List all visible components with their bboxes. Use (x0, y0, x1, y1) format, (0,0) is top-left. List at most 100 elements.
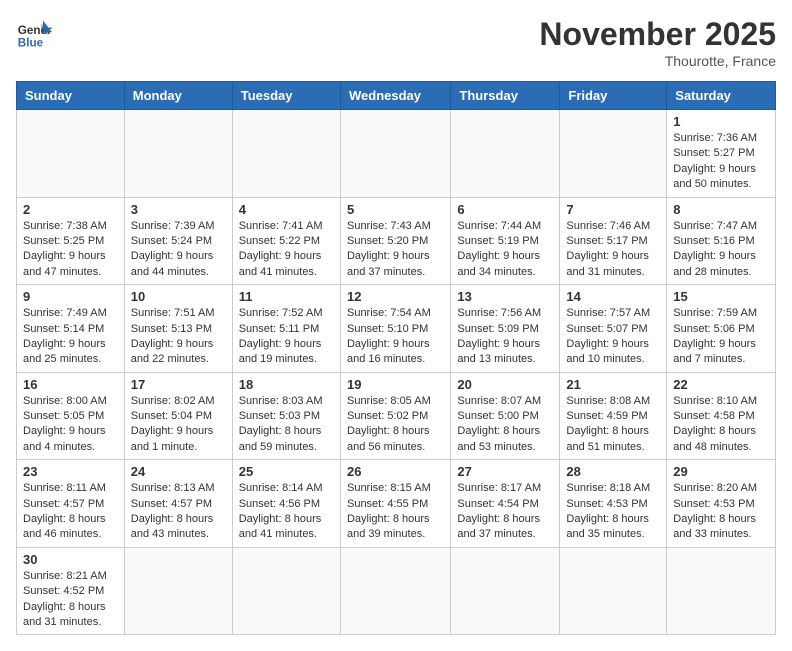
day-number: 12 (347, 289, 444, 304)
day-info: Sunrise: 7:57 AM Sunset: 5:07 PM Dayligh… (566, 306, 660, 368)
day-number: 27 (457, 464, 553, 479)
day-info: Sunrise: 7:44 AM Sunset: 5:19 PM Dayligh… (457, 219, 553, 281)
day-info: Sunrise: 8:14 AM Sunset: 4:56 PM Dayligh… (239, 481, 334, 543)
calendar-cell: 15 Sunrise: 7:59 AM Sunset: 5:06 PM Dayli… (667, 285, 776, 373)
calendar-week-4: 16 Sunrise: 8:00 AM Sunset: 5:05 PM Dayli… (17, 372, 776, 460)
day-info: Sunrise: 7:47 AM Sunset: 5:16 PM Dayligh… (673, 219, 769, 281)
calendar-cell (451, 110, 560, 198)
day-info: Sunrise: 8:05 AM Sunset: 5:02 PM Dayligh… (347, 394, 444, 456)
day-info: Sunrise: 7:49 AM Sunset: 5:14 PM Dayligh… (23, 306, 118, 368)
calendar-cell (560, 110, 667, 198)
day-number: 11 (239, 289, 334, 304)
calendar-cell (232, 547, 340, 635)
month-title: November 2025 (539, 16, 776, 53)
day-info: Sunrise: 8:00 AM Sunset: 5:05 PM Dayligh… (23, 394, 118, 456)
day-info: Sunrise: 8:11 AM Sunset: 4:57 PM Dayligh… (23, 481, 118, 543)
day-number: 7 (566, 202, 660, 217)
calendar-cell (667, 547, 776, 635)
day-info: Sunrise: 7:46 AM Sunset: 5:17 PM Dayligh… (566, 219, 660, 281)
calendar-cell: 4 Sunrise: 7:41 AM Sunset: 5:22 PM Daylig… (232, 197, 340, 285)
day-number: 24 (131, 464, 226, 479)
calendar-cell: 18 Sunrise: 8:03 AM Sunset: 5:03 PM Dayli… (232, 372, 340, 460)
calendar-week-2: 2Sunrise: 7:38 AM Sunset: 5:25 PM Daylig… (17, 197, 776, 285)
weekday-header-row: SundayMondayTuesdayWednesdayThursdayFrid… (17, 82, 776, 110)
calendar-cell: 29Sunrise: 8:20 AM Sunset: 4:53 PM Dayli… (667, 460, 776, 548)
calendar-week-1: 1 Sunrise: 7:36 AM Sunset: 5:27 PM Daylig… (17, 110, 776, 198)
day-info: Sunrise: 7:52 AM Sunset: 5:11 PM Dayligh… (239, 306, 334, 368)
page-header: General Blue November 2025 Thourotte, Fr… (16, 16, 776, 69)
calendar-cell: 12 Sunrise: 7:54 AM Sunset: 5:10 PM Dayli… (340, 285, 450, 373)
calendar-table: SundayMondayTuesdayWednesdayThursdayFrid… (16, 81, 776, 635)
calendar-cell: 11 Sunrise: 7:52 AM Sunset: 5:11 PM Dayli… (232, 285, 340, 373)
calendar-cell: 22 Sunrise: 8:10 AM Sunset: 4:58 PM Dayli… (667, 372, 776, 460)
day-number: 15 (673, 289, 769, 304)
weekday-header-wednesday: Wednesday (340, 82, 450, 110)
day-number: 4 (239, 202, 334, 217)
calendar-cell (340, 110, 450, 198)
calendar-cell: 8 Sunrise: 7:47 AM Sunset: 5:16 PM Daylig… (667, 197, 776, 285)
calendar-cell: 17 Sunrise: 8:02 AM Sunset: 5:04 PM Dayli… (124, 372, 232, 460)
calendar-cell: 7 Sunrise: 7:46 AM Sunset: 5:17 PM Daylig… (560, 197, 667, 285)
calendar-cell: 13Sunrise: 7:56 AM Sunset: 5:09 PM Dayli… (451, 285, 560, 373)
logo: General Blue (16, 16, 52, 52)
day-number: 6 (457, 202, 553, 217)
calendar-cell: 26Sunrise: 8:15 AM Sunset: 4:55 PM Dayli… (340, 460, 450, 548)
day-number: 28 (566, 464, 660, 479)
calendar-cell: 9 Sunrise: 7:49 AM Sunset: 5:14 PM Daylig… (17, 285, 125, 373)
day-number: 1 (673, 114, 769, 129)
weekday-header-sunday: Sunday (17, 82, 125, 110)
calendar-cell: 16 Sunrise: 8:00 AM Sunset: 5:05 PM Dayli… (17, 372, 125, 460)
day-number: 21 (566, 377, 660, 392)
title-area: November 2025 Thourotte, France (539, 16, 776, 69)
day-info: Sunrise: 7:41 AM Sunset: 5:22 PM Dayligh… (239, 219, 334, 281)
calendar-week-5: 23 Sunrise: 8:11 AM Sunset: 4:57 PM Dayli… (17, 460, 776, 548)
day-number: 22 (673, 377, 769, 392)
day-info: Sunrise: 8:08 AM Sunset: 4:59 PM Dayligh… (566, 394, 660, 456)
calendar-week-6: 30Sunrise: 8:21 AM Sunset: 4:52 PM Dayli… (17, 547, 776, 635)
day-info: Sunrise: 7:51 AM Sunset: 5:13 PM Dayligh… (131, 306, 226, 368)
day-number: 30 (23, 552, 118, 567)
day-number: 19 (347, 377, 444, 392)
calendar-cell: 14 Sunrise: 7:57 AM Sunset: 5:07 PM Dayli… (560, 285, 667, 373)
calendar-cell: 30Sunrise: 8:21 AM Sunset: 4:52 PM Dayli… (17, 547, 125, 635)
day-number: 14 (566, 289, 660, 304)
day-info: Sunrise: 8:10 AM Sunset: 4:58 PM Dayligh… (673, 394, 769, 456)
day-info: Sunrise: 8:02 AM Sunset: 5:04 PM Dayligh… (131, 394, 226, 456)
day-info: Sunrise: 7:43 AM Sunset: 5:20 PM Dayligh… (347, 219, 444, 281)
logo-icon: General Blue (16, 16, 52, 52)
calendar-cell: 24 Sunrise: 8:13 AM Sunset: 4:57 PM Dayli… (124, 460, 232, 548)
day-info: Sunrise: 7:59 AM Sunset: 5:06 PM Dayligh… (673, 306, 769, 368)
day-info: Sunrise: 7:36 AM Sunset: 5:27 PM Dayligh… (673, 131, 769, 193)
calendar-cell (17, 110, 125, 198)
calendar-cell (560, 547, 667, 635)
day-info: Sunrise: 7:54 AM Sunset: 5:10 PM Dayligh… (347, 306, 444, 368)
day-info: Sunrise: 8:13 AM Sunset: 4:57 PM Dayligh… (131, 481, 226, 543)
calendar-cell: 5Sunrise: 7:43 AM Sunset: 5:20 PM Daylig… (340, 197, 450, 285)
day-info: Sunrise: 8:20 AM Sunset: 4:53 PM Dayligh… (673, 481, 769, 543)
calendar-cell: 25Sunrise: 8:14 AM Sunset: 4:56 PM Dayli… (232, 460, 340, 548)
day-info: Sunrise: 7:39 AM Sunset: 5:24 PM Dayligh… (131, 219, 226, 281)
calendar-cell: 20Sunrise: 8:07 AM Sunset: 5:00 PM Dayli… (451, 372, 560, 460)
day-number: 18 (239, 377, 334, 392)
day-number: 23 (23, 464, 118, 479)
day-number: 10 (131, 289, 226, 304)
day-info: Sunrise: 7:38 AM Sunset: 5:25 PM Dayligh… (23, 219, 118, 281)
day-info: Sunrise: 8:03 AM Sunset: 5:03 PM Dayligh… (239, 394, 334, 456)
weekday-header-tuesday: Tuesday (232, 82, 340, 110)
calendar-cell: 2Sunrise: 7:38 AM Sunset: 5:25 PM Daylig… (17, 197, 125, 285)
day-number: 8 (673, 202, 769, 217)
calendar-cell: 27 Sunrise: 8:17 AM Sunset: 4:54 PM Dayli… (451, 460, 560, 548)
weekday-header-thursday: Thursday (451, 82, 560, 110)
calendar-cell (340, 547, 450, 635)
day-info: Sunrise: 7:56 AM Sunset: 5:09 PM Dayligh… (457, 306, 553, 368)
day-info: Sunrise: 8:17 AM Sunset: 4:54 PM Dayligh… (457, 481, 553, 543)
day-number: 17 (131, 377, 226, 392)
day-number: 20 (457, 377, 553, 392)
calendar-cell: 10 Sunrise: 7:51 AM Sunset: 5:13 PM Dayli… (124, 285, 232, 373)
calendar-cell: 19 Sunrise: 8:05 AM Sunset: 5:02 PM Dayli… (340, 372, 450, 460)
calendar-cell (124, 547, 232, 635)
calendar-cell (451, 547, 560, 635)
day-number: 9 (23, 289, 118, 304)
day-number: 16 (23, 377, 118, 392)
calendar-cell: 21 Sunrise: 8:08 AM Sunset: 4:59 PM Dayli… (560, 372, 667, 460)
